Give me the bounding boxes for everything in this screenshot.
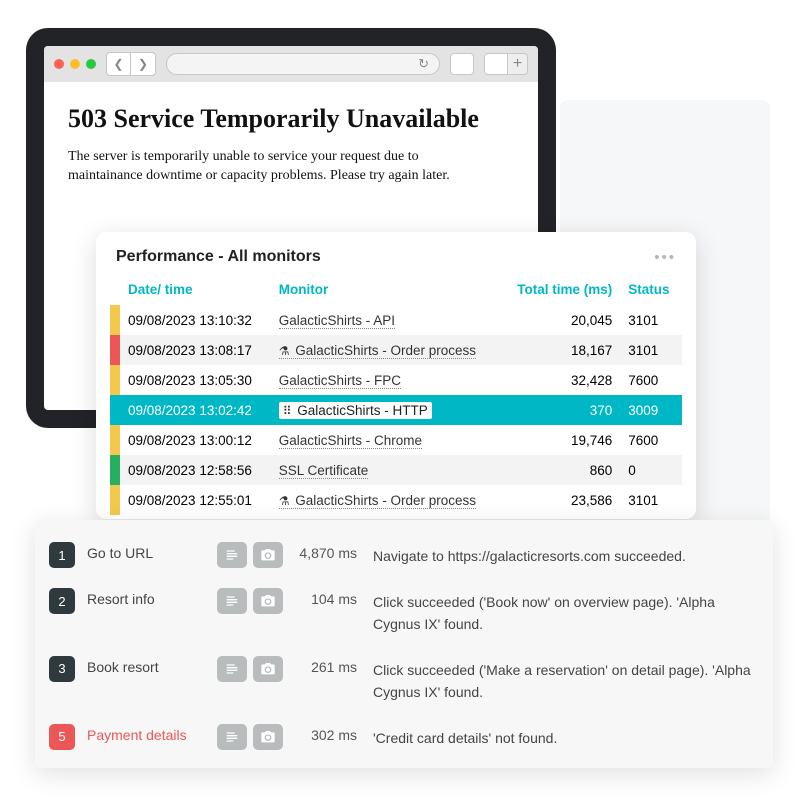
step-message: 'Credit card details' not found. bbox=[373, 724, 755, 749]
log-icon[interactable] bbox=[217, 724, 247, 750]
status-indicator bbox=[110, 365, 120, 395]
status-indicator bbox=[110, 425, 120, 455]
monitor-link[interactable]: GalacticShirts - Chrome bbox=[279, 433, 422, 449]
cell-status: 0 bbox=[620, 455, 682, 485]
status-indicator bbox=[110, 485, 120, 515]
tab-square[interactable] bbox=[450, 53, 474, 75]
screenshot-icon[interactable] bbox=[253, 542, 283, 568]
step-name: Resort info bbox=[87, 588, 217, 607]
log-icon[interactable] bbox=[217, 588, 247, 614]
step-row: 3 Book resort 261 msClick succeeded ('Make… bbox=[35, 646, 773, 714]
reload-icon[interactable]: ↻ bbox=[418, 56, 429, 72]
window-controls[interactable] bbox=[54, 59, 96, 69]
monitor-link[interactable]: GalacticShirts - Order process bbox=[279, 343, 476, 359]
performance-title: Performance - All monitors bbox=[116, 248, 321, 266]
step-message: Click succeeded ('Make a reservation' on… bbox=[373, 656, 755, 704]
cell-status: 3101 bbox=[620, 305, 682, 335]
cell-datetime: 09/08/2023 13:08:17 bbox=[120, 335, 271, 365]
monitor-link[interactable]: GalacticShirts - HTTP bbox=[279, 402, 432, 419]
card-menu-icon[interactable]: ••• bbox=[654, 249, 676, 266]
cell-datetime: 09/08/2023 13:10:32 bbox=[120, 305, 271, 335]
step-number: 2 bbox=[49, 588, 75, 614]
nav-buttons: ❮ ❯ bbox=[106, 52, 156, 76]
step-duration: 302 ms bbox=[293, 724, 373, 743]
browser-toolbar: ❮ ❯ ↻ + bbox=[44, 46, 538, 82]
monitor-link[interactable]: SSL Certificate bbox=[279, 463, 369, 479]
table-row[interactable]: 09/08/2023 12:58:56 SSL Certificate 8600 bbox=[110, 455, 682, 485]
table-row[interactable]: 09/08/2023 13:10:32 GalacticShirts - API… bbox=[110, 305, 682, 335]
error-page: 503 Service Temporarily Unavailable The … bbox=[44, 82, 538, 208]
step-message: Click succeeded ('Book now' on overview … bbox=[373, 588, 755, 636]
step-name: Payment details bbox=[87, 724, 217, 743]
table-row[interactable]: 09/08/2023 13:02:42 GalacticShirts - HTT… bbox=[110, 395, 682, 425]
step-duration: 261 ms bbox=[293, 656, 373, 675]
step-name: Go to URL bbox=[87, 542, 217, 561]
maximize-icon[interactable] bbox=[86, 59, 96, 69]
step-number: 1 bbox=[49, 542, 75, 568]
step-duration: 4,870 ms bbox=[293, 542, 373, 561]
status-indicator bbox=[110, 335, 120, 365]
grip-icon bbox=[283, 403, 294, 418]
forward-button[interactable]: ❯ bbox=[131, 53, 155, 75]
screenshot-icon[interactable] bbox=[253, 724, 283, 750]
cell-status: 3009 bbox=[620, 395, 682, 425]
cell-datetime: 09/08/2023 13:00:12 bbox=[120, 425, 271, 455]
address-bar[interactable]: ↻ bbox=[166, 53, 440, 75]
minimize-icon[interactable] bbox=[70, 59, 80, 69]
status-indicator bbox=[110, 305, 120, 335]
step-row: 5 Payment details 302 ms'Credit card detai… bbox=[35, 714, 773, 760]
step-message: Navigate to https://galacticresorts.com … bbox=[373, 542, 755, 567]
flask-icon bbox=[279, 493, 292, 508]
cell-datetime: 09/08/2023 12:58:56 bbox=[120, 455, 271, 485]
table-row[interactable]: 09/08/2023 13:05:30 GalacticShirts - FPC… bbox=[110, 365, 682, 395]
close-icon[interactable] bbox=[54, 59, 64, 69]
step-row: 1 Go to URL 4,870 msNavigate to https://ga… bbox=[35, 532, 773, 578]
cell-total: 23,586 bbox=[501, 485, 621, 515]
cell-total: 370 bbox=[501, 395, 621, 425]
col-status[interactable]: Status bbox=[620, 276, 682, 305]
screenshot-icon[interactable] bbox=[253, 656, 283, 682]
col-datetime[interactable]: Date/ time bbox=[120, 276, 271, 305]
cell-datetime: 09/08/2023 13:05:30 bbox=[120, 365, 271, 395]
col-monitor[interactable]: Monitor bbox=[271, 276, 501, 305]
screenshot-icon[interactable] bbox=[253, 588, 283, 614]
cell-datetime: 09/08/2023 12:55:01 bbox=[120, 485, 271, 515]
col-total[interactable]: Total time (ms) bbox=[501, 276, 621, 305]
step-number: 3 bbox=[49, 656, 75, 682]
cell-status: 7600 bbox=[620, 425, 682, 455]
cell-status: 3101 bbox=[620, 485, 682, 515]
table-row[interactable]: 09/08/2023 13:00:12 GalacticShirts - Chr… bbox=[110, 425, 682, 455]
new-tab-button[interactable]: + bbox=[508, 53, 528, 75]
cell-status: 3101 bbox=[620, 335, 682, 365]
cell-total: 18,167 bbox=[501, 335, 621, 365]
tab-square[interactable] bbox=[484, 53, 508, 75]
step-number: 5 bbox=[49, 724, 75, 750]
transaction-steps-card: 1 Go to URL 4,870 msNavigate to https://ga… bbox=[35, 520, 773, 768]
performance-card: Performance - All monitors ••• Date/ tim… bbox=[96, 232, 696, 519]
table-row[interactable]: 09/08/2023 13:08:17 GalacticShirts - Ord… bbox=[110, 335, 682, 365]
flask-icon bbox=[279, 343, 292, 358]
monitor-link[interactable]: GalacticShirts - FPC bbox=[279, 373, 401, 389]
cell-total: 860 bbox=[501, 455, 621, 485]
log-icon[interactable] bbox=[217, 542, 247, 568]
back-button[interactable]: ❮ bbox=[107, 53, 131, 75]
status-indicator bbox=[110, 455, 120, 485]
error-heading: 503 Service Temporarily Unavailable bbox=[68, 104, 514, 134]
error-body: The server is temporarily unable to serv… bbox=[68, 148, 488, 186]
cell-status: 7600 bbox=[620, 365, 682, 395]
step-name: Book resort bbox=[87, 656, 217, 675]
step-duration: 104 ms bbox=[293, 588, 373, 607]
monitor-link[interactable]: GalacticShirts - API bbox=[279, 313, 395, 329]
table-row[interactable]: 09/08/2023 12:55:01 GalacticShirts - Ord… bbox=[110, 485, 682, 515]
log-icon[interactable] bbox=[217, 656, 247, 682]
performance-table: Date/ time Monitor Total time (ms) Statu… bbox=[110, 276, 682, 515]
cell-datetime: 09/08/2023 13:02:42 bbox=[120, 395, 271, 425]
cell-total: 20,045 bbox=[501, 305, 621, 335]
cell-total: 19,746 bbox=[501, 425, 621, 455]
monitor-link[interactable]: GalacticShirts - Order process bbox=[279, 493, 476, 509]
step-row: 2 Resort info 104 msClick succeeded ('Book… bbox=[35, 578, 773, 646]
cell-total: 32,428 bbox=[501, 365, 621, 395]
